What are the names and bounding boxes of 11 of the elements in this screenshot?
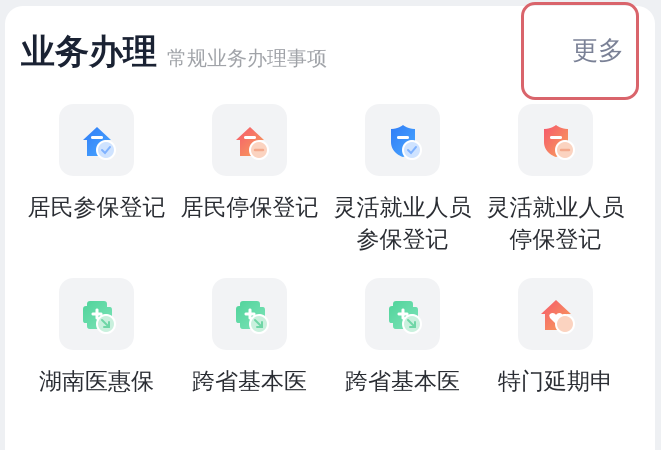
section-title: 业务办理 (21, 31, 157, 74)
more-link[interactable]: 更多 (521, 2, 639, 100)
service-label[interactable]: 特门延期申 (480, 366, 630, 398)
service-label[interactable]: 跨省基本医 (174, 366, 324, 398)
service-label[interactable]: 灵活就业人员停保登记 (480, 192, 630, 256)
service-label[interactable]: 居民停保登记 (174, 192, 324, 224)
section-subtitle: 常规业务办理事项 (167, 45, 327, 72)
service-label[interactable]: 湖南医惠保 (22, 366, 172, 398)
service-label[interactable]: 跨省基本医 (328, 366, 478, 398)
service-label[interactable]: 灵活就业人员参保登记 (328, 192, 478, 256)
service-label[interactable]: 居民参保登记 (22, 192, 172, 224)
